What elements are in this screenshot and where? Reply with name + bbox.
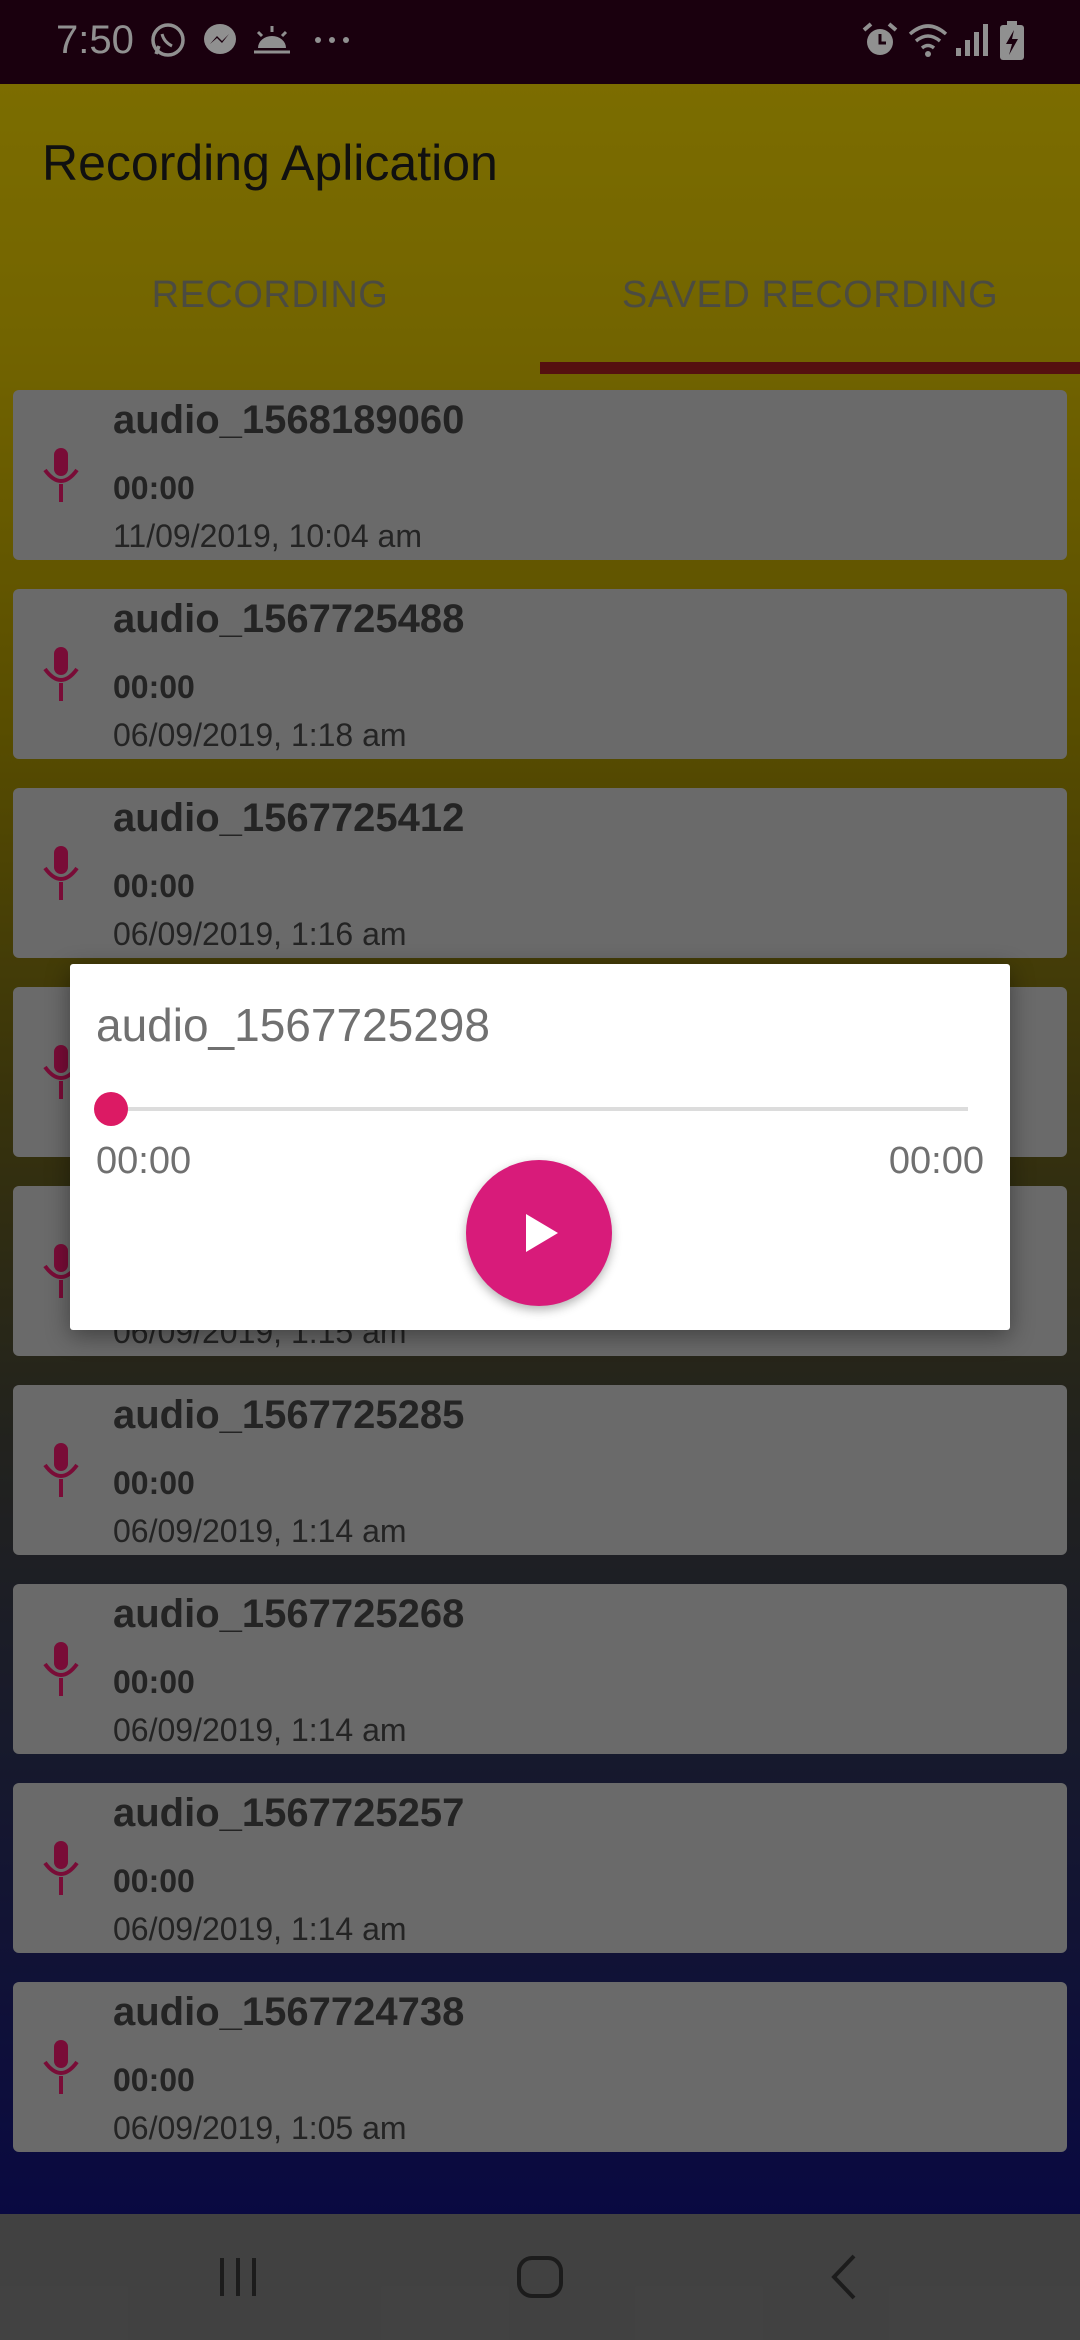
total-time: 00:00 (888, 1140, 984, 1182)
playback-dialog: audio_1567725298 00:00 00:00 (70, 964, 1010, 1330)
dialog-title: audio_1567725298 (96, 999, 490, 1051)
play-button[interactable] (466, 1160, 612, 1306)
play-icon (526, 1214, 558, 1252)
seek-thumb[interactable] (94, 1092, 128, 1126)
seek-bar[interactable] (112, 1107, 968, 1111)
current-time: 00:00 (96, 1140, 192, 1182)
